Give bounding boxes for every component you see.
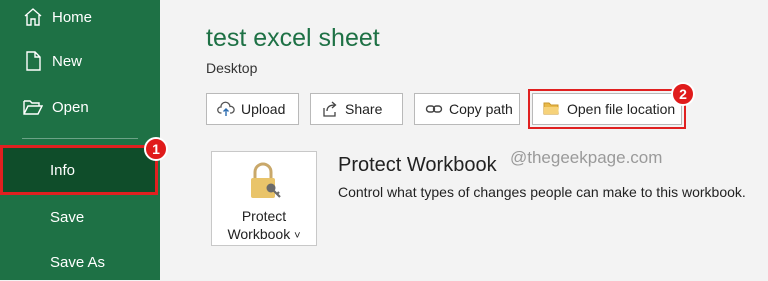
- step-badge-2: 2: [671, 82, 695, 106]
- open-file-location-button[interactable]: Open file location: [528, 89, 686, 129]
- sidebar-item-save-as[interactable]: Save As: [0, 243, 160, 281]
- link-icon: [425, 100, 443, 118]
- share-icon: [321, 100, 339, 118]
- step-badge-1: 1: [144, 137, 168, 161]
- sidebar-divider: [22, 138, 138, 139]
- chevron-down-icon: ˅: [294, 230, 301, 242]
- backstage-sidebar: Home New Open Info Save Save As: [0, 0, 160, 280]
- sidebar-item-save[interactable]: Save: [0, 198, 160, 236]
- upload-label: Upload: [241, 101, 286, 117]
- upload-button[interactable]: Upload: [206, 93, 299, 125]
- sidebar-item-label: Open: [52, 98, 89, 116]
- sidebar-item-info[interactable]: Info: [0, 145, 158, 195]
- protect-button-label-line2: Workbook ˅: [227, 225, 300, 245]
- cloud-upload-icon: [217, 100, 235, 118]
- protect-workbook-button[interactable]: Protect Workbook ˅: [211, 151, 317, 246]
- open-file-location-label: Open file location: [567, 101, 676, 117]
- protect-button-label-text: Workbook: [227, 226, 291, 242]
- folder-open-icon: [22, 96, 44, 118]
- protect-workbook-heading: Protect Workbook: [338, 154, 497, 176]
- share-label: Share: [345, 101, 383, 117]
- protect-button-label-line1: Protect: [241, 208, 287, 224]
- sidebar-item-label: New: [52, 52, 83, 70]
- new-file-icon: [22, 50, 44, 72]
- sidebar-item-label: Info: [50, 161, 76, 179]
- folder-icon: [543, 100, 561, 118]
- copy-path-button[interactable]: Copy path: [414, 93, 520, 125]
- sidebar-item-label: Home: [52, 8, 93, 26]
- sidebar-item-new[interactable]: New: [0, 42, 160, 80]
- watermark: @thegeekpage.com: [510, 148, 663, 167]
- protect-workbook-description: Control what types of changes people can…: [338, 184, 746, 200]
- document-location: Desktop: [206, 60, 258, 76]
- copy-path-label: Copy path: [449, 101, 513, 117]
- sidebar-item-label: Save: [50, 208, 85, 226]
- lock-key-icon: [246, 162, 282, 205]
- share-button[interactable]: Share: [310, 93, 403, 125]
- sidebar-item-home[interactable]: Home: [0, 0, 160, 36]
- home-icon: [22, 6, 44, 28]
- sidebar-item-label: Save As: [50, 253, 106, 271]
- document-title: test excel sheet: [206, 24, 380, 52]
- sidebar-item-open[interactable]: Open: [0, 88, 160, 126]
